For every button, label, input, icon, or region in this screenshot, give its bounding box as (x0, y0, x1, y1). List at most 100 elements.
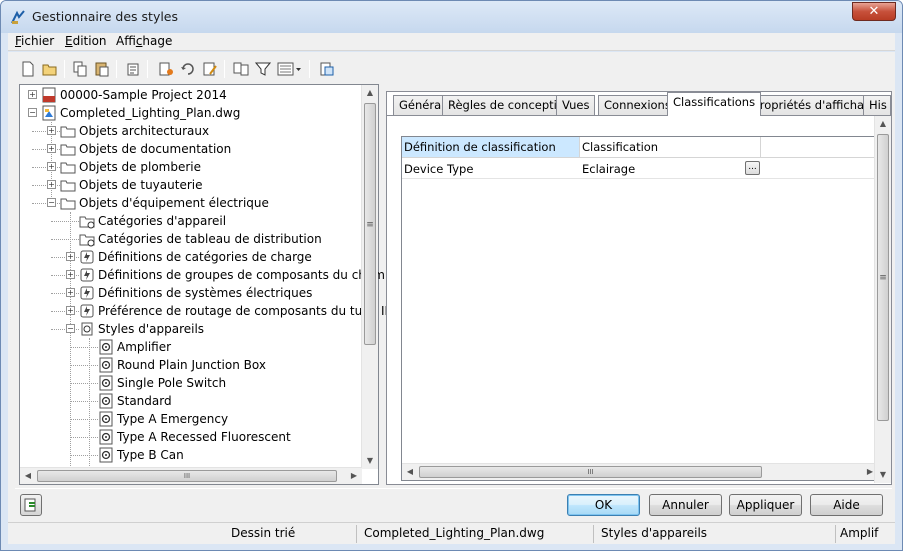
tree-item-folder[interactable]: + Objets de tuyauterie (20, 176, 362, 194)
tree-item-style[interactable]: Round Plain Junction Box (20, 356, 362, 374)
scroll-thumb[interactable]: III (419, 466, 762, 478)
device-icon (99, 393, 113, 409)
tree-item-category[interactable]: Catégories d'appareil (20, 212, 362, 230)
folder-icon (60, 144, 76, 156)
tab-history[interactable]: His (863, 95, 891, 115)
folder-icon (60, 162, 76, 174)
collapse-icon[interactable]: − (47, 198, 56, 207)
expand-icon[interactable]: + (28, 90, 37, 99)
browse-classification-button[interactable]: ... (745, 161, 760, 175)
new-style-icon[interactable] (158, 61, 174, 77)
tab-connections[interactable]: Connexions (598, 95, 677, 115)
new-drawing-icon[interactable] (20, 61, 36, 77)
scroll-thumb[interactable]: ≡ (364, 103, 376, 345)
scroll-up-icon[interactable]: ▲ (362, 85, 378, 101)
column-header-definition[interactable]: Définition de classification (402, 137, 580, 157)
tree-guide-line (51, 239, 79, 240)
toggle-view-icon[interactable] (233, 61, 249, 77)
tree-item-category[interactable]: Catégories de tableau de distribution (20, 230, 362, 248)
device-style-icon (81, 322, 93, 336)
tree-item-style[interactable]: Standard (20, 392, 362, 410)
tree-item-folder[interactable]: + Objets de plomberie (20, 158, 362, 176)
scroll-right-icon[interactable]: ▶ (346, 468, 362, 484)
tree-guide-line (70, 401, 98, 402)
tree-vertical-scrollbar[interactable]: ▲ ≡ ▼ (361, 85, 378, 469)
status-category: Styles d'appareils (601, 526, 708, 540)
tree-item-style[interactable]: Amplifier (20, 338, 362, 356)
open-folder-icon[interactable] (42, 61, 58, 77)
expand-icon[interactable]: + (47, 162, 56, 171)
help-button[interactable]: Aide (810, 494, 883, 516)
tree-item-folder[interactable]: + Objets de documentation (20, 140, 362, 158)
tree-guide-line (70, 419, 98, 420)
tree-item-style[interactable]: Type A Recessed Fluorescent (20, 428, 362, 446)
expand-icon[interactable]: + (66, 270, 75, 279)
collapse-icon[interactable]: − (28, 108, 37, 117)
scroll-left-icon[interactable]: ◀ (20, 468, 36, 484)
device-icon (99, 411, 113, 427)
inspect-icon[interactable] (319, 61, 335, 77)
tree-item-label: Type A Recessed Fluorescent (117, 430, 291, 444)
tree-item-label: Définitions de groupes de composants du … (98, 268, 396, 282)
ok-button[interactable]: OK (567, 494, 640, 516)
tree-item-category[interactable]: + Définitions de groupes de composants du… (20, 266, 396, 284)
scroll-down-icon[interactable]: ▼ (875, 467, 891, 483)
title-bar[interactable]: Gestionnaire des styles ✕ (1, 1, 902, 33)
menu-edition[interactable]: Edition (65, 34, 107, 48)
column-header-classification[interactable]: Classification (580, 137, 761, 157)
tree-item-folder[interactable]: − Objets d'équipement électrique (20, 194, 362, 212)
expand-icon[interactable]: + (47, 126, 56, 135)
purge-styles-icon[interactable] (125, 61, 141, 77)
tree-item-folder[interactable]: + Objets architecturaux (20, 122, 362, 140)
toggle-pane-button[interactable] (20, 494, 42, 516)
close-icon: ✕ (868, 4, 880, 19)
view-options-dropdown-icon[interactable] (277, 61, 303, 77)
expand-icon[interactable]: + (66, 288, 75, 297)
scroll-down-icon[interactable]: ▼ (362, 453, 378, 469)
expand-icon[interactable]: + (66, 252, 75, 261)
toolbar (8, 52, 895, 84)
filter-icon[interactable] (255, 61, 271, 77)
paste-icon[interactable] (94, 61, 110, 77)
tree-item-category[interactable]: − Styles d'appareils (20, 320, 362, 338)
scroll-thumb[interactable]: III (37, 470, 337, 482)
tree-item-category[interactable]: + Définitions de systèmes électriques (20, 284, 362, 302)
expand-icon[interactable]: + (66, 306, 75, 315)
status-divider (356, 525, 357, 543)
close-button[interactable]: ✕ (852, 2, 896, 21)
copy-icon[interactable] (72, 61, 88, 77)
expand-icon[interactable]: + (47, 144, 56, 153)
tree-item-category[interactable]: + Préférence de routage de composants du … (20, 302, 402, 320)
menu-affichage[interactable]: Affichage (116, 34, 172, 48)
menu-fichier[interactable]: Fichier (15, 34, 54, 48)
tree-item-style[interactable]: Type A Emergency (20, 410, 362, 428)
scroll-left-icon[interactable]: ◀ (402, 464, 418, 480)
tab-vertical-scrollbar[interactable]: ▲ ≡ ▼ (874, 116, 891, 483)
pane-splitter[interactable] (381, 84, 385, 485)
scroll-thumb[interactable]: ≡ (877, 134, 889, 421)
apply-button[interactable]: Appliquer (729, 494, 802, 516)
tree-item-category[interactable]: + Définitions de catégories de charge (20, 248, 362, 266)
tree-item-drawing[interactable]: − Completed_Lighting_Plan.dwg (20, 104, 362, 122)
collapse-icon[interactable]: − (66, 324, 75, 333)
scroll-up-icon[interactable]: ▲ (875, 116, 891, 132)
status-divider (593, 525, 594, 543)
tree-item-label: Amplifier (117, 340, 172, 354)
tree-item-style[interactable]: Type B Can (20, 446, 362, 464)
tree-item-project[interactable]: +00000-Sample Project 2014 (20, 86, 362, 104)
expand-icon[interactable]: + (47, 180, 56, 189)
tree-guide-line (51, 221, 79, 222)
table-row[interactable]: Device Type Eclairage ... (402, 159, 878, 179)
style-tree[interactable]: +00000-Sample Project 2014 − Completed_Lig… (19, 84, 402, 485)
set-from-icon[interactable] (180, 61, 196, 77)
cancel-button[interactable]: Annuler (649, 494, 722, 516)
tab-views[interactable]: Vues (556, 95, 596, 115)
tree-item-style[interactable]: Single Pole Switch (20, 374, 362, 392)
device-icon (99, 429, 113, 445)
classification-cell[interactable]: Eclairage (580, 159, 740, 178)
grid-horizontal-scrollbar[interactable]: ◀ III ▶ (402, 463, 878, 480)
folder-icon (60, 198, 76, 210)
tab-classifications[interactable]: Classifications (667, 92, 762, 116)
edit-style-icon[interactable] (202, 61, 218, 77)
tree-horizontal-scrollbar[interactable]: ◀ III ▶ (20, 467, 362, 484)
